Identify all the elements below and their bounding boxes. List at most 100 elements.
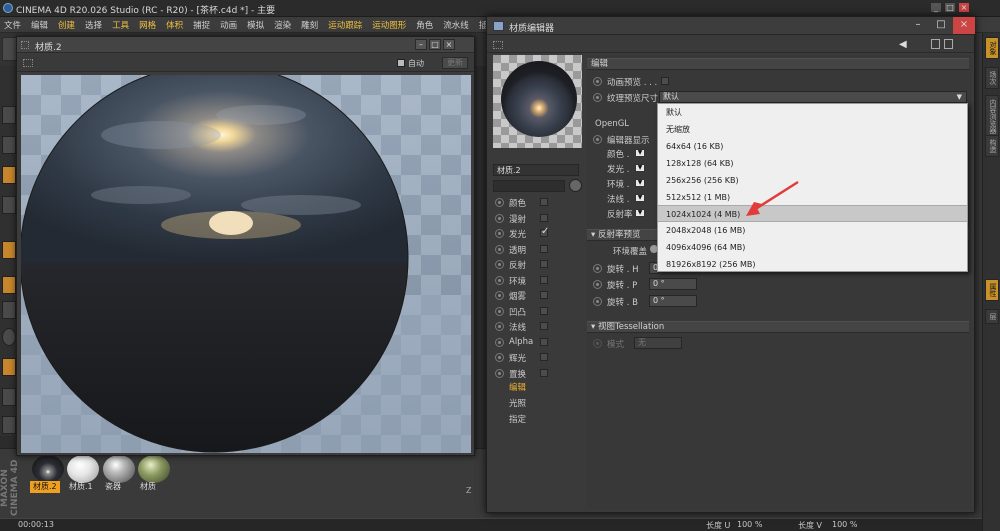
menu-item[interactable]: 工具 [112,19,129,31]
channel-checkbox[interactable] [540,213,548,222]
channel-checkbox[interactable] [540,322,548,330]
side-tab[interactable]: 场次 [985,67,999,89]
grid-icon[interactable] [2,416,16,434]
channel-checkbox[interactable] [540,275,548,284]
menu-item[interactable]: 雕刻 [301,19,318,31]
animation-radio-icon[interactable] [593,297,602,306]
texture-preview-size-select[interactable]: 默认 ▼ [659,91,967,103]
channel-checkbox[interactable] [540,260,548,268]
animation-radio-icon[interactable] [495,229,504,238]
close-icon[interactable]: × [443,39,455,50]
animation-radio-icon[interactable] [593,135,602,144]
texture-size-option[interactable]: 4096x4096 (64 MB) [658,239,967,256]
texture-size-option[interactable]: 64x64 (16 KB) [658,138,967,155]
spline-icon[interactable] [2,301,16,319]
opengl-channel-toggle-icon[interactable]: ▼ [635,164,645,172]
animation-radio-icon[interactable] [495,368,504,378]
texture-size-option[interactable]: 128x128 (64 KB) [658,155,967,172]
cube-icon[interactable] [2,136,16,154]
material-thumb-1[interactable] [32,455,64,483]
mode-select[interactable]: 无 [634,337,682,349]
channel-row[interactable]: 置换 [490,366,582,381]
animation-radio-icon[interactable] [593,77,602,86]
rotation-p-field[interactable]: 0 ° [649,278,697,290]
channel-row[interactable]: 烟雾 [490,288,582,303]
edit-section-header[interactable]: 编辑 [587,58,969,70]
opengl-channel-toggle-icon[interactable]: ▼ [635,149,645,157]
channel-checkbox[interactable] [540,244,548,253]
checker-icon[interactable] [2,166,16,184]
animation-radio-icon[interactable] [495,306,504,316]
animation-radio-icon[interactable] [495,337,504,347]
animation-radio-icon[interactable] [495,353,504,362]
material-label[interactable]: 材质.1 [66,481,96,493]
channel-checkbox[interactable] [540,291,548,299]
animation-radio-icon[interactable] [495,275,504,285]
side-tab[interactable]: 内容浏览器 [985,95,999,138]
refresh-button[interactable]: 更新 [442,57,468,69]
grid-icon[interactable] [2,388,16,406]
channel-row[interactable]: 反射 [490,257,582,272]
minimize-icon[interactable]: – [907,17,929,34]
menu-item[interactable]: 文件 [4,19,21,31]
length-u-value[interactable]: 100 % [737,520,762,529]
menu-item[interactable]: 流水线 [443,19,469,31]
side-tab[interactable]: 对象 [985,37,999,59]
cube-icon[interactable] [2,196,16,214]
menu-item[interactable]: 创建 [58,19,75,31]
animation-radio-icon[interactable] [593,264,602,273]
texture-size-option[interactable]: 1024x1024 (4 MB) [658,205,967,223]
material-label[interactable]: 材质 [137,481,159,493]
channel-row[interactable]: 颜色 [490,195,582,210]
menu-item[interactable]: 选择 [85,19,102,31]
menu-item[interactable]: 角色 [416,19,433,31]
channel-row[interactable]: Alpha [490,335,582,350]
texture-size-option[interactable]: 256x256 (256 KB) [658,172,967,189]
animation-radio-icon[interactable] [593,339,602,348]
channel-checkbox[interactable] [540,337,548,346]
menu-item[interactable]: 捕捉 [193,19,210,31]
side-tab[interactable]: 构造 [985,135,999,157]
channel-row[interactable]: 透明 [490,242,582,257]
menu-item[interactable]: 模拟 [247,19,264,31]
l-tool-icon[interactable] [2,276,16,294]
animation-radio-icon[interactable] [593,280,602,289]
lock-icon[interactable] [931,39,940,49]
editor-tab[interactable]: 编辑 [509,381,526,393]
texture-size-option[interactable]: 81926x8192 (256 MB) [658,256,967,273]
sculpt-icon[interactable] [2,328,16,346]
menu-item[interactable]: 渲染 [274,19,291,31]
channel-row[interactable]: 发光 [490,226,582,241]
texture-size-option[interactable]: 无缩放 [658,121,967,138]
opengl-channel-toggle-icon[interactable]: ▼ [635,179,645,187]
rotation-b-field[interactable]: 0 ° [649,295,697,307]
viewport-tessellation-header[interactable]: ▾ 视图Tessellation [587,321,969,333]
menu-item[interactable]: 运动图形 [372,19,406,31]
animation-radio-icon[interactable] [495,260,504,269]
animation-radio-icon[interactable] [593,93,602,102]
material-name-field[interactable]: 材质.2 [493,164,579,176]
menu-item[interactable]: 编辑 [31,19,48,31]
channel-checkbox[interactable] [540,353,548,361]
material-thumb-4[interactable] [138,455,170,483]
channel-row[interactable]: 辉光 [490,350,582,365]
menu-grip-icon[interactable] [493,41,503,49]
anim-preview-checkbox[interactable] [661,77,669,85]
opengl-channel-toggle-icon[interactable]: ▼ [635,209,645,217]
animation-radio-icon[interactable] [495,291,504,300]
editor-window-header[interactable]: 材质编辑器 – □ × [487,17,975,35]
material-thumbnail[interactable] [493,55,582,148]
side-tab[interactable]: 属性 [985,279,999,301]
brush-icon[interactable] [2,358,16,376]
editor-tab[interactable]: 光照 [509,397,526,409]
maximize-icon[interactable]: □ [429,39,441,50]
menu-item[interactable]: 运动跟踪 [328,19,362,31]
close-icon[interactable]: × [953,17,975,34]
auto-checkbox[interactable] [397,59,405,67]
channel-row[interactable]: 环境 [490,273,582,288]
menu-grip-icon[interactable] [23,59,33,67]
maximize-icon[interactable]: □ [944,2,956,13]
channel-checkbox[interactable] [540,368,548,377]
restore-icon[interactable]: □ [930,17,952,34]
pick-icon[interactable] [569,179,582,192]
